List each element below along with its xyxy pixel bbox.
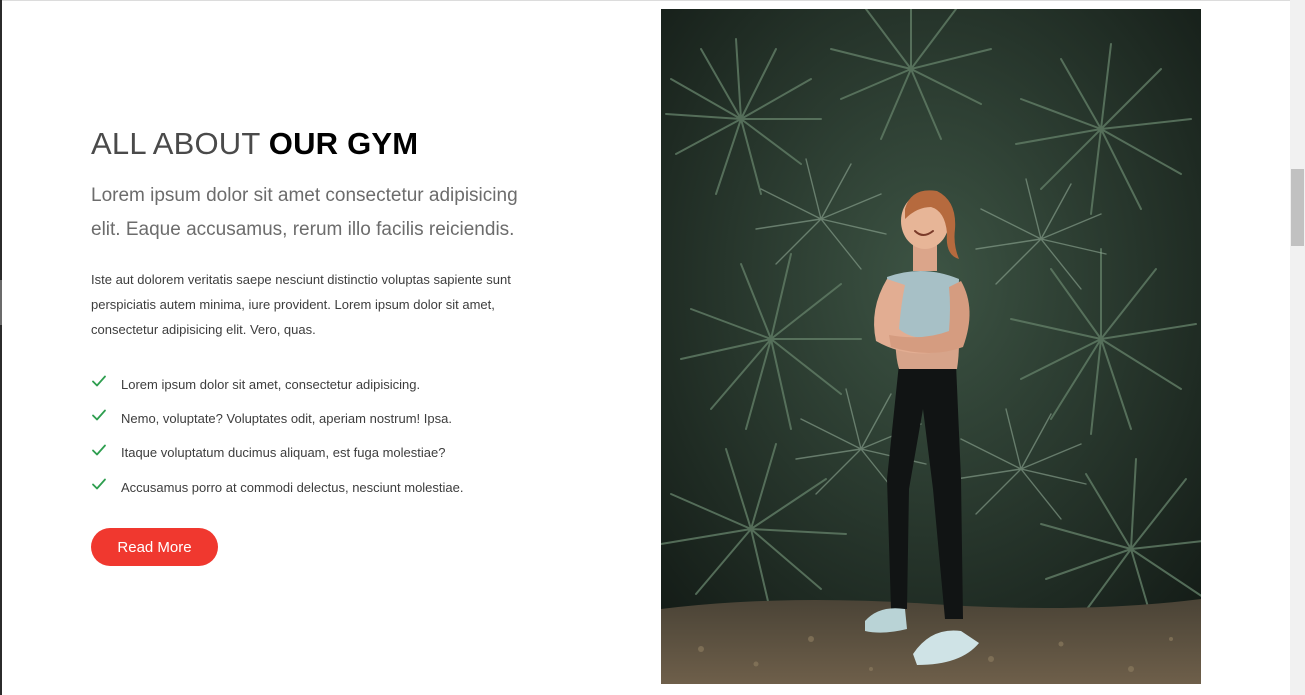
list-item: Nemo, voluptate? Voluptates odit, aperia… bbox=[91, 401, 531, 435]
window-edge bbox=[0, 0, 2, 695]
heading-light: ALL ABOUT bbox=[91, 126, 260, 161]
list-item-text: Itaque voluptatum ducimus aliquam, est f… bbox=[121, 445, 446, 461]
list-item-text: Lorem ipsum dolor sit amet, consectetur … bbox=[121, 376, 421, 392]
page-scrollbar[interactable] bbox=[1290, 0, 1305, 695]
gym-photo-illustration bbox=[661, 9, 1201, 684]
check-icon bbox=[92, 478, 106, 490]
check-icon bbox=[92, 375, 106, 387]
scrollbar-thumb[interactable] bbox=[1291, 169, 1304, 246]
page: ALL ABOUT OUR GYM Lorem ipsum dolor sit … bbox=[0, 0, 1305, 695]
list-item: Lorem ipsum dolor sit amet, consectetur … bbox=[91, 367, 531, 401]
lead-text: Lorem ipsum dolor sit amet consectetur a… bbox=[91, 185, 518, 240]
check-icon bbox=[92, 410, 106, 421]
about-section: ALL ABOUT OUR GYM Lorem ipsum dolor sit … bbox=[91, 120, 531, 567]
body-text: Iste aut dolorem veritatis saepe nesciun… bbox=[91, 272, 511, 337]
check-icon bbox=[92, 444, 106, 456]
list-item-text: Accusamus porro at commodi delectus, nes… bbox=[121, 479, 464, 495]
top-divider bbox=[0, 0, 1290, 1]
list-item: Accusamus porro at commodi delectus, nes… bbox=[91, 470, 531, 504]
list-item-text: Nemo, voluptate? Voluptates odit, aperia… bbox=[121, 410, 452, 426]
heading-bold: OUR GYM bbox=[268, 126, 419, 161]
section-heading: ALL ABOUT OUR GYM bbox=[91, 120, 531, 168]
gym-photo bbox=[661, 9, 1201, 684]
read-more-button[interactable]: Read More bbox=[91, 528, 218, 567]
list-item: Itaque voluptatum ducimus aliquam, est f… bbox=[91, 436, 531, 470]
feature-list: Lorem ipsum dolor sit amet, consectetur … bbox=[91, 367, 531, 504]
